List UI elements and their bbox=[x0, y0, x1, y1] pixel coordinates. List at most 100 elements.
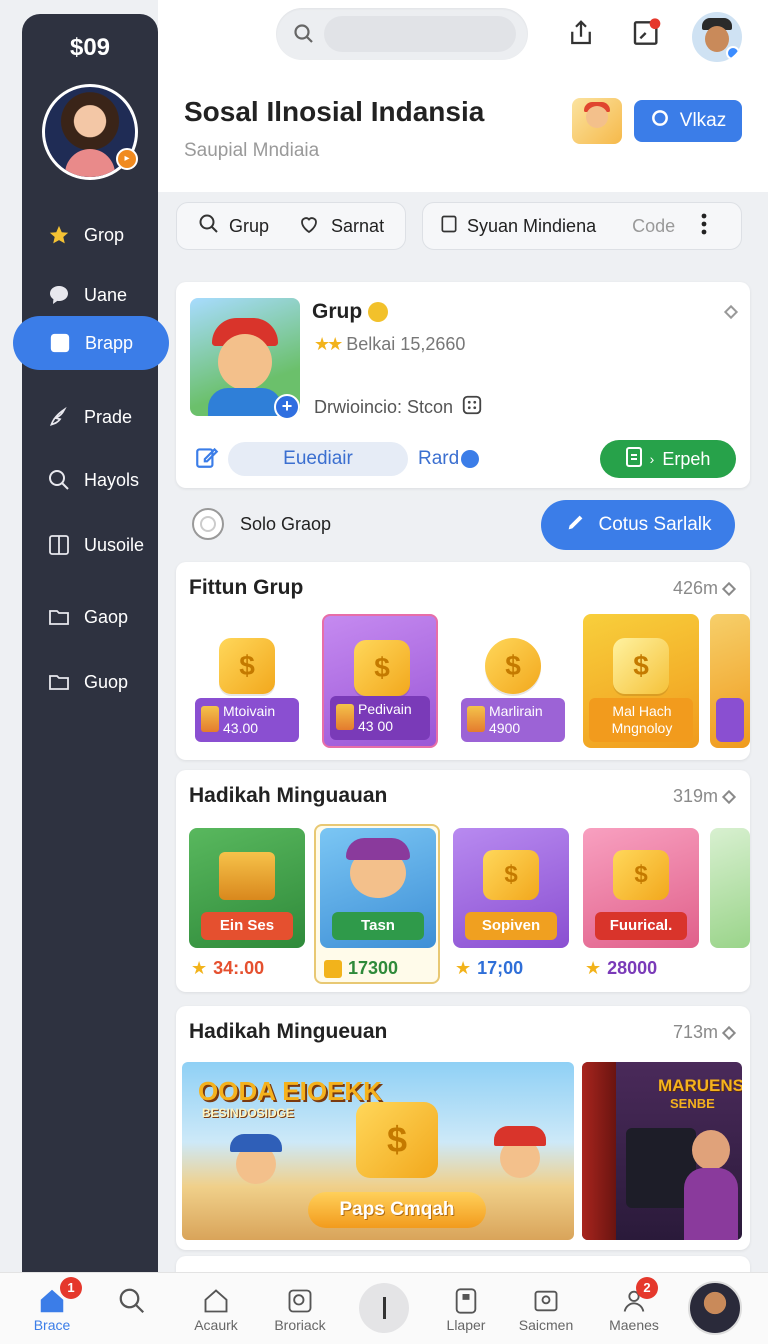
sidebar-item-uane[interactable]: Uane bbox=[22, 270, 158, 320]
diamond-icon bbox=[721, 789, 737, 804]
nav-item-brace[interactable]: Brace 1 bbox=[10, 1277, 94, 1333]
sidebar-item-label: Brapp bbox=[85, 332, 134, 353]
sidebar-item-uusoile[interactable]: Uusoile bbox=[22, 520, 158, 570]
feature-tile[interactable] bbox=[710, 614, 750, 748]
search-icon bbox=[90, 1285, 174, 1317]
filter-saved[interactable]: Sarnat bbox=[331, 216, 384, 237]
rocket-icon bbox=[565, 511, 587, 539]
feature-tile[interactable]: $ Marlirain 4900 bbox=[455, 614, 571, 748]
solo-label: Solo Graop bbox=[240, 514, 332, 534]
nav-item-search[interactable] bbox=[90, 1285, 174, 1317]
sidebar-item-label: Guop bbox=[84, 671, 129, 692]
heart-icon bbox=[297, 212, 321, 241]
search-icon bbox=[46, 467, 72, 493]
sidebar-item-label: Hayols bbox=[84, 469, 140, 490]
folder-icon bbox=[46, 669, 72, 695]
reward-item[interactable]: Tasn 17300 bbox=[314, 824, 440, 984]
header-action-button[interactable]: Vlkaz bbox=[634, 100, 742, 142]
feature-tile[interactable]: $ Mal Hach Mngnoloy bbox=[583, 614, 699, 748]
section-title: Hadikah Mingueuan bbox=[189, 1020, 388, 1043]
sidebar-item-guop[interactable]: Guop bbox=[22, 657, 158, 707]
nav-item-llaper[interactable]: Llaper bbox=[424, 1285, 508, 1333]
section-meta: 319m bbox=[673, 786, 737, 807]
banner-button[interactable]: Paps Cmqah bbox=[308, 1192, 486, 1228]
filter-grup[interactable]: Grup bbox=[229, 216, 269, 237]
reward-item[interactable]: Ein Ses ★ 34:.00 bbox=[189, 828, 305, 984]
folder-icon bbox=[46, 604, 72, 630]
diamond-icon[interactable] bbox=[723, 304, 739, 322]
code-field[interactable]: Code bbox=[632, 216, 675, 237]
star-icon: ★ bbox=[585, 958, 602, 978]
sidebar-item-brapp[interactable]: Brapp bbox=[13, 316, 169, 370]
verified-icon bbox=[461, 450, 480, 468]
banner2-logo: MARUENS bbox=[658, 1076, 742, 1095]
game-thumbnail[interactable] bbox=[572, 98, 622, 144]
page-header: Sosal Ilnosial Indansia Saupial Mndiaia … bbox=[158, 80, 768, 192]
balance: $09 bbox=[69, 34, 111, 61]
feature-tile[interactable]: $ Pedivain 43 00 bbox=[322, 614, 438, 748]
banner-logo-sub: BESINDOSIDGE bbox=[202, 1106, 295, 1120]
cotus-button[interactable]: Cotus Sarlalk bbox=[541, 500, 735, 550]
share-icon[interactable] bbox=[564, 16, 598, 50]
promo-banner[interactable]: OODA EIOEKK BESINDOSIDGE $ Paps Cmqah bbox=[182, 1062, 574, 1240]
dice-icon bbox=[461, 394, 483, 421]
section-title: Fittun Grup bbox=[189, 576, 304, 599]
nav-item-center[interactable] bbox=[342, 1283, 426, 1333]
reward-item[interactable] bbox=[710, 828, 750, 984]
profile-action-button[interactable]: › Erpeh bbox=[600, 440, 736, 478]
coin-gift-icon: $ bbox=[483, 850, 539, 900]
profile-link[interactable]: Rard bbox=[418, 448, 480, 470]
search-input[interactable] bbox=[276, 8, 528, 60]
nav-item-broriack[interactable]: Broriack bbox=[258, 1285, 342, 1333]
more-icon[interactable] bbox=[701, 213, 707, 240]
filter-bar-left: Grup Sarnat bbox=[176, 202, 406, 250]
sidebar-item-prade[interactable]: Prade bbox=[22, 392, 158, 442]
plus-icon[interactable]: + bbox=[274, 394, 300, 420]
solo-radio[interactable] bbox=[192, 508, 224, 540]
search-icon bbox=[292, 22, 316, 51]
profile-tag[interactable]: Euediair bbox=[228, 442, 408, 476]
nav-item-maenes[interactable]: Maenes 2 bbox=[592, 1277, 676, 1333]
section-title: Hadikah Minguauan bbox=[189, 784, 388, 807]
search-box-icon bbox=[258, 1285, 342, 1317]
feature-tile[interactable]: $ Mtoivain 43.00 bbox=[189, 614, 305, 748]
image-icon bbox=[504, 1285, 588, 1317]
page-title: Sosal Ilnosial Indansia bbox=[184, 96, 485, 127]
checkbox-icon bbox=[439, 214, 459, 239]
star-icon: ★ bbox=[455, 958, 472, 978]
house-outline-icon bbox=[174, 1285, 258, 1317]
nav-badge: 2 bbox=[636, 1277, 658, 1299]
search-icon bbox=[197, 212, 221, 241]
coin-gift-icon: $ bbox=[613, 850, 669, 900]
profile-card: + Grup ★★ Belkai 15,2660 Drwioincio: Stc… bbox=[176, 282, 750, 488]
sidebar-item-label: Prade bbox=[84, 406, 133, 427]
banner-card: Hadikah Mingueuan 713m OODA EIOEKK BESIN… bbox=[176, 1006, 750, 1250]
user-avatar[interactable] bbox=[692, 12, 742, 62]
bottom-nav: Brace 1 Acaurk Broriack Llaper Saicmen M… bbox=[0, 1272, 768, 1344]
profile-rating: Belkai 15,2660 bbox=[346, 334, 466, 354]
nav-item-saicmen[interactable]: Saicmen bbox=[504, 1285, 588, 1333]
sidebar-item-hayols[interactable]: Hayols bbox=[22, 455, 158, 505]
reward-item[interactable]: $ Fuurical. ★ 28000 bbox=[583, 828, 699, 984]
promo-banner[interactable]: MARUENS SENBE bbox=[582, 1062, 742, 1240]
book-icon bbox=[46, 532, 72, 558]
notification-icon[interactable] bbox=[630, 16, 664, 50]
sidebar-item-label: Gaop bbox=[84, 606, 129, 627]
puzzle-icon bbox=[46, 404, 72, 430]
app-root: $09 ▸ Grop Uane Brapp Prade Hayols Uusoi… bbox=[0, 0, 768, 1344]
coin-gift-icon: $ bbox=[613, 638, 669, 694]
sidebar-item-grop[interactable]: Grop bbox=[22, 210, 158, 260]
chat-bubble-icon bbox=[46, 282, 72, 308]
coin-gift-icon: $ bbox=[219, 638, 275, 694]
profile-name: Grup bbox=[312, 300, 363, 323]
banner-logo: OODA EIOEKK bbox=[198, 1076, 382, 1106]
sort-select[interactable]: Syuan Mindiena bbox=[467, 216, 596, 237]
nav-badge: 1 bbox=[60, 1277, 82, 1299]
avatar[interactable] bbox=[688, 1281, 742, 1335]
section-meta: 713m bbox=[673, 1022, 737, 1043]
sidebar-item-gaop[interactable]: Gaop bbox=[22, 592, 158, 642]
edit-icon[interactable] bbox=[194, 444, 220, 475]
reward-item[interactable]: $ Sopiven ★ 17;00 bbox=[453, 828, 569, 984]
sidebar-item-label: Uane bbox=[84, 284, 128, 305]
nav-item-acaurk[interactable]: Acaurk bbox=[174, 1285, 258, 1333]
